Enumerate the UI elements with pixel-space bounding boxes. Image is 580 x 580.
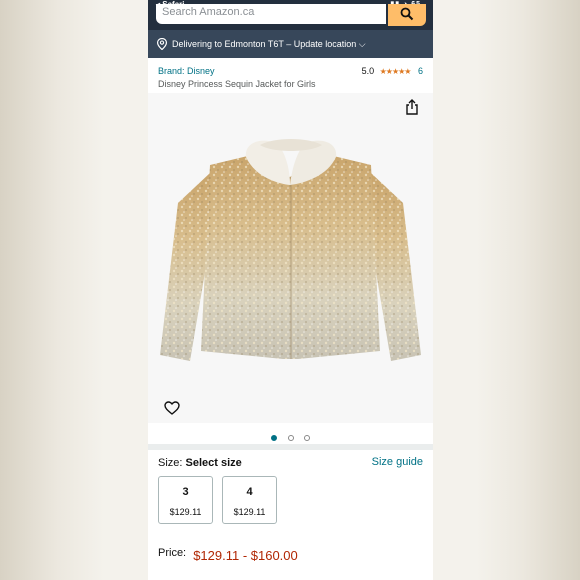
price-label: Price: [158,547,187,559]
review-count: 6 [417,66,423,76]
gallery-dot[interactable] [287,435,294,441]
rating-value: 5.0 [361,66,375,76]
delivery-location-text: Delivering to Edmonton T6T – Update loca… [172,39,366,49]
size-option-size: 3 [182,486,189,498]
product-image-gallery[interactable] [148,93,433,423]
gallery-pagination [148,428,433,441]
search-icon [400,7,414,21]
size-label-text: Size: [158,457,183,469]
phone-screen: ◂ Safari ▮▮ ◔ 65 Search Amazon.ca Delive… [148,0,433,580]
gallery-dot[interactable] [303,435,310,441]
heart-icon[interactable] [164,401,180,415]
size-option-price: $129.11 [169,507,202,517]
star-rating-icon: ★★★★★ [379,67,412,76]
product-image [160,139,421,361]
size-option-3[interactable]: 3 $129.11 [158,476,213,524]
size-label: Size: Select size [158,457,242,469]
rating-summary[interactable]: 5.0 ★★★★★ 6 [362,66,423,76]
delivery-location-bar[interactable]: Delivering to Edmonton T6T – Update loca… [148,30,433,58]
size-selection: Select size [185,457,242,469]
price-value: $129.11 - $160.00 [193,548,298,563]
product-title: Disney Princess Sequin Jacket for Girls [158,79,316,89]
size-option-4[interactable]: 4 $129.11 [222,476,277,524]
brand-rating-row: Brand: Disney 5.0 ★★★★★ 6 [158,66,423,78]
share-icon[interactable] [405,99,419,115]
size-option-size: 4 [246,486,253,498]
section-divider [148,444,433,450]
location-pin-icon [157,38,167,50]
size-option-price: $129.11 [233,507,266,517]
brand-link[interactable]: Brand: Disney [158,66,215,76]
search-button[interactable] [388,4,426,26]
search-input[interactable]: Search Amazon.ca [156,4,386,24]
gallery-dot[interactable] [271,435,278,441]
search-bar: Search Amazon.ca [148,4,433,30]
size-guide-link[interactable]: Size guide [372,456,423,468]
price-row: Price: $129.11 - $160.00 [158,544,298,563]
